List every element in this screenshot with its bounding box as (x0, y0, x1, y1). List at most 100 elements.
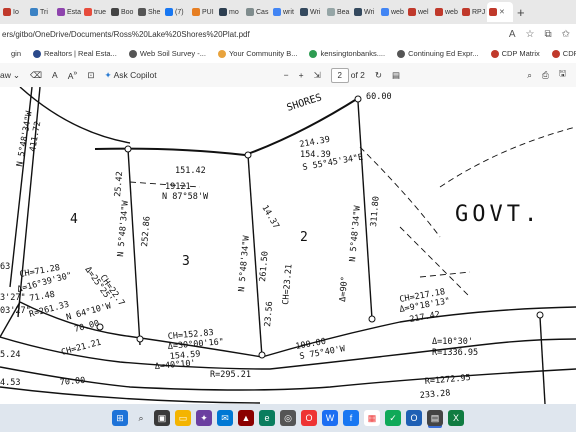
tab-favicon-icon (219, 8, 227, 16)
page-layout-icon: ▤ (392, 69, 401, 80)
plat-annotation: 3'27" (0, 293, 26, 303)
browser-tab[interactable]: true (82, 2, 108, 22)
bookmark-icon (0, 49, 8, 58)
browser-tab[interactable]: mo (217, 2, 243, 22)
zoom-in-button[interactable]: + (299, 70, 304, 80)
survey-marker (536, 311, 544, 319)
store-icon[interactable]: ▦ (364, 410, 380, 426)
read-aloud-button[interactable]: A» (68, 69, 78, 81)
steam-icon[interactable]: ◎ (280, 410, 296, 426)
browser-tab[interactable]: Esta (55, 2, 81, 22)
copilot-icon[interactable]: ✦ (196, 410, 212, 426)
outlook-icon[interactable]: O (406, 410, 422, 426)
task-view-icon[interactable]: ▣ (154, 410, 170, 426)
acrobat-icon[interactable]: ▤ (427, 410, 443, 426)
bookmark-item[interactable]: Realtors | Real Esta... (33, 49, 117, 58)
lot-line-4-3 (127, 148, 141, 346)
pdf-viewer[interactable]: 4 3 2 SHORES GOVT. N 5°48'34"W 411.72 151.… (0, 87, 576, 404)
tab-label: mo (229, 8, 239, 16)
bookmark-item[interactable]: Continuing Ed Expr... (397, 49, 479, 58)
browser-tab[interactable]: Wri (352, 2, 378, 22)
browser-tab[interactable]: Io (1, 2, 27, 22)
favorite-star-icon[interactable]: ☆ (526, 29, 535, 40)
bookmark-item[interactable]: kensingtonbanks.... (309, 49, 385, 58)
address-bar[interactable]: ers/gitbo/OneDrive/Documents/Ross%20Lake… (0, 24, 576, 44)
save-button[interactable]: 🖫 (559, 68, 566, 82)
active-browser-tab[interactable]: ✕ (487, 2, 513, 22)
bookmark-item[interactable]: Web Soil Survey -... (128, 49, 206, 58)
check-icon[interactable]: ✓ (385, 410, 401, 426)
browser-tab[interactable]: Boo (109, 2, 135, 22)
tab-favicon-icon (84, 8, 92, 16)
eraser-button[interactable]: ⌫ (30, 70, 42, 81)
rotate-button[interactable]: ↻ (375, 70, 382, 81)
browser-tab[interactable]: RPJ (460, 2, 486, 22)
zoom-out-label: − (283, 70, 289, 80)
browser-tab[interactable]: Bea (325, 2, 351, 22)
search-icon[interactable]: ⌕ (133, 410, 149, 426)
plat-annotation: Δ=10°30' (432, 337, 473, 347)
favorites-icon[interactable]: ✩ (562, 29, 570, 40)
mail-icon[interactable]: ✉ (217, 410, 233, 426)
view-button[interactable]: ⊡ (87, 70, 94, 81)
bookmark-icon (217, 49, 226, 58)
address-url[interactable]: ers/gitbo/OneDrive/Documents/Ross%20Lake… (0, 30, 509, 39)
add-text-button[interactable]: A (52, 70, 58, 80)
tab-label: Cas (256, 8, 269, 16)
split-screen-icon[interactable]: ⧉ (544, 29, 551, 40)
browser-tab[interactable]: PUI (190, 2, 216, 22)
browser-tab[interactable]: web (433, 2, 459, 22)
zoom-out-button[interactable]: − (284, 70, 289, 80)
page-layout-button[interactable]: ▤ (392, 70, 400, 81)
browser-tab[interactable]: wel (406, 2, 432, 22)
bookmark-label: CDP Matrix (562, 49, 576, 58)
browser-tab[interactable]: (7) (163, 2, 189, 22)
dashed-line-b (399, 226, 471, 298)
close-icon[interactable]: ✕ (499, 8, 505, 16)
ask-copilot-button[interactable]: ✦ Ask Copilot (104, 70, 156, 81)
file-explorer-icon[interactable]: ▭ (175, 410, 191, 426)
pdf-toolbar: aw ⌄ ⌫ A A» ⊡ ✦ Ask Copilot − + ⇲ 2 of 2… (0, 63, 576, 88)
browser-tab[interactable]: Cas (244, 2, 270, 22)
opera-icon[interactable]: O (301, 410, 317, 426)
print-button[interactable]: ⎙ (542, 70, 549, 81)
tab-favicon-icon (462, 8, 470, 16)
chevron-down-icon: ⌄ (12, 69, 20, 80)
tab-favicon-icon (57, 8, 65, 16)
tab-favicon-icon (273, 8, 281, 16)
tab-label: Esta (67, 8, 81, 16)
bookmark-item[interactable]: gin (0, 49, 21, 58)
draw-button[interactable]: aw ⌄ (0, 70, 20, 81)
tab-label: web (391, 8, 404, 16)
browser-tab[interactable]: web (379, 2, 405, 22)
excel-icon[interactable]: X (448, 410, 464, 426)
search-button[interactable]: ⌕ (527, 70, 532, 81)
tab-label: (7) (175, 8, 184, 16)
start-icon[interactable]: ⊞ (112, 410, 128, 426)
browser-tab[interactable]: She (136, 2, 162, 22)
bookmark-icon (309, 49, 318, 58)
app-icon[interactable]: ▲ (238, 410, 254, 426)
plat-annotation: N 56°48'W (0, 87, 47, 90)
browser-tab[interactable]: writ (271, 2, 297, 22)
plat-annotation: 14.37 (259, 204, 280, 231)
browser-tab[interactable]: Tri (28, 2, 54, 22)
plat-annotation: Δ=90° (338, 276, 350, 302)
new-tab-button[interactable]: + (513, 5, 529, 20)
bookmark-item[interactable]: CDP Matrix (551, 49, 576, 58)
browser-tab[interactable]: Wri (298, 2, 324, 22)
pdf-favicon-icon (489, 8, 497, 16)
read-aloud-icon[interactable]: A (509, 29, 516, 40)
page-number-input[interactable]: 2 (330, 67, 349, 83)
bookmark-item[interactable]: CDP Matrix (490, 49, 540, 58)
facebook-icon[interactable]: f (343, 410, 359, 426)
fit-page-button[interactable]: ⇲ (314, 70, 321, 81)
bookmark-item[interactable]: Your Community B... (217, 49, 297, 58)
bookmark-label: CDP Matrix (501, 49, 540, 58)
dashed-line-e (419, 271, 471, 278)
road-curve-c (0, 366, 576, 391)
edge-icon[interactable]: e (259, 410, 275, 426)
word-icon[interactable]: W (322, 410, 338, 426)
plat-annotation: CH=23.21 (281, 264, 295, 306)
plat-annotation: 151.42 (175, 166, 206, 176)
